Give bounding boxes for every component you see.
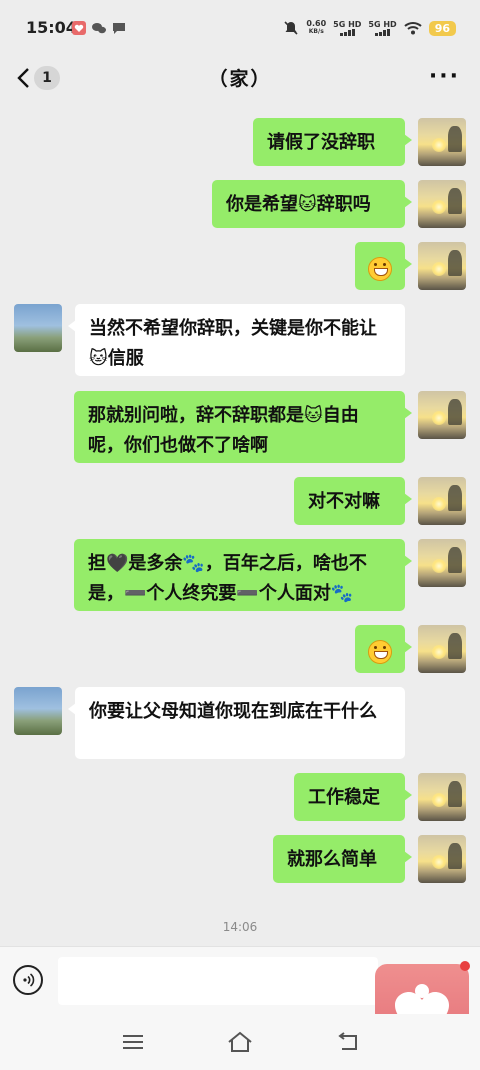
my-avatar[interactable] bbox=[418, 773, 466, 821]
message-input[interactable] bbox=[58, 957, 378, 1005]
my-message-bubble[interactable]: 担🖤是多余🐾，百年之后，啥也不是，➖个人终究要➖个人面对🐾 bbox=[74, 539, 412, 611]
voice-input-button[interactable] bbox=[13, 965, 43, 995]
my-avatar[interactable] bbox=[418, 625, 466, 673]
home-icon bbox=[228, 1031, 252, 1052]
back-nav-button[interactable] bbox=[333, 1028, 361, 1056]
sim1-label: 5G HD bbox=[333, 20, 362, 29]
net-speed-value: 0.60 bbox=[306, 19, 327, 28]
photo-app-icon bbox=[72, 21, 86, 35]
signal-icon-2: 5G HD bbox=[368, 20, 397, 36]
menu-nav-button[interactable] bbox=[119, 1028, 147, 1056]
my-message-bubble[interactable]: 工作稳定 bbox=[294, 773, 412, 821]
wifi-icon bbox=[404, 22, 422, 35]
my-avatar[interactable] bbox=[418, 118, 466, 166]
status-right: 0.60 KB/s 5G HD 5G HD 96 bbox=[283, 16, 456, 40]
mute-icon bbox=[284, 21, 298, 35]
system-nav-bar bbox=[0, 1014, 480, 1070]
notification-dot bbox=[460, 961, 470, 971]
battery-icon: 96 bbox=[428, 20, 456, 36]
net-speed-unit: KB/s bbox=[308, 28, 324, 35]
chat-title: （家） bbox=[208, 68, 272, 90]
my-avatar[interactable] bbox=[418, 391, 466, 439]
more-options-button[interactable]: ··· bbox=[429, 64, 460, 89]
menu-icon bbox=[123, 1035, 143, 1049]
my-emoji-bubble[interactable] bbox=[355, 242, 412, 290]
contact-message-bubble[interactable]: 你要让父母知道你现在到底在干什么 bbox=[68, 687, 405, 759]
wechat-icon bbox=[92, 23, 106, 34]
my-avatar[interactable] bbox=[418, 180, 466, 228]
my-message-bubble[interactable]: 就那么简单 bbox=[273, 835, 412, 883]
my-message-bubble[interactable]: 你是希望🐱辞职吗 bbox=[212, 180, 412, 228]
my-avatar[interactable] bbox=[418, 835, 466, 883]
my-avatar[interactable] bbox=[418, 477, 466, 525]
my-message-bubble[interactable]: 那就别问啦，辞不辞职都是🐱自由呢，你们也做不了啥啊 bbox=[74, 391, 412, 463]
voice-icon bbox=[23, 973, 35, 987]
sim2-label: 5G HD bbox=[368, 20, 397, 29]
signal-icon: 5G HD bbox=[333, 20, 361, 36]
my-avatar[interactable] bbox=[418, 242, 466, 290]
contact-message-bubble[interactable]: 当然不希望你辞职，关键是你不能让🐱信服 bbox=[68, 304, 405, 376]
return-icon bbox=[338, 1032, 357, 1050]
net-speed: 0.60 KB/s bbox=[306, 20, 326, 36]
my-avatar[interactable] bbox=[418, 539, 466, 587]
contact-avatar[interactable] bbox=[14, 304, 62, 352]
grin-emoji-icon bbox=[368, 640, 392, 664]
status-time: 15:04 bbox=[26, 18, 77, 37]
grin-emoji-icon bbox=[368, 257, 392, 281]
title-bar: 1 （家） ··· bbox=[0, 56, 480, 100]
message-icon bbox=[113, 23, 125, 34]
home-nav-button[interactable] bbox=[226, 1028, 254, 1056]
message-timestamp: 14:06 bbox=[222, 920, 258, 934]
my-message-bubble[interactable]: 请假了没辞职 bbox=[253, 118, 412, 166]
my-emoji-bubble[interactable] bbox=[355, 625, 412, 673]
status-bar: 15:04 0.60 KB/s 5G HD 5G HD 96 bbox=[0, 0, 480, 56]
my-message-bubble[interactable]: 对不对嘛 bbox=[294, 477, 412, 525]
contact-avatar[interactable] bbox=[14, 687, 62, 735]
